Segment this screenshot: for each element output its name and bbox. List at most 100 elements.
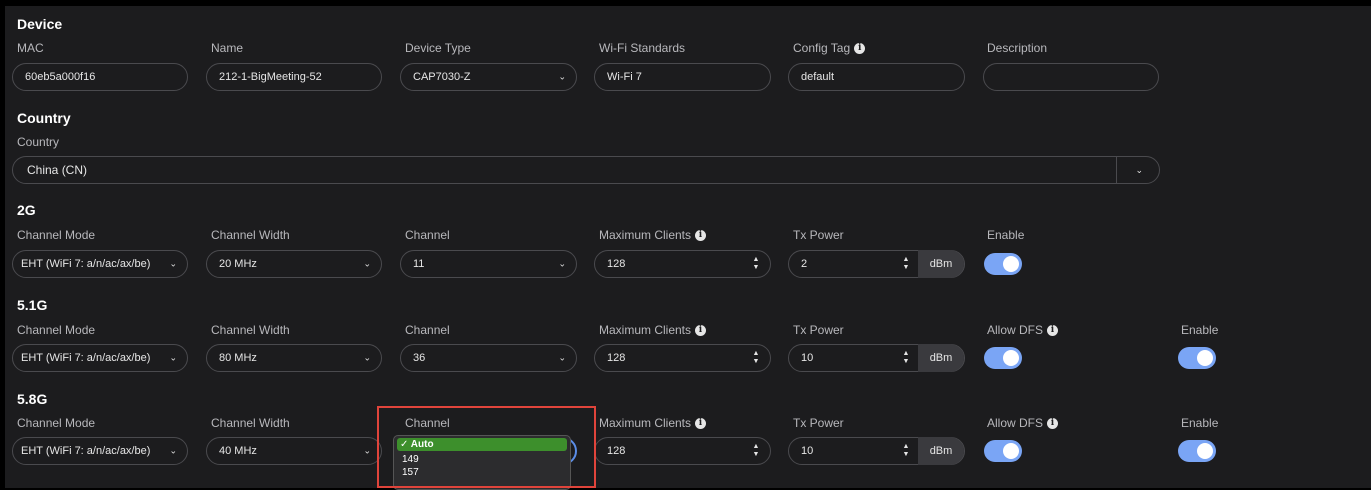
- allow-dfs-label: Allow DFS i: [987, 323, 1059, 337]
- channel-select-2g[interactable]: 11 ⌄: [400, 250, 577, 278]
- tx-power-input-2g[interactable]: 2 ▲ ▼ dBm: [788, 250, 965, 278]
- channel-select-51g[interactable]: 36 ⌄: [400, 344, 577, 372]
- section-58g-title: 5.8G: [17, 391, 48, 407]
- allow-dfs-label: Allow DFS i: [987, 416, 1059, 430]
- chevron-down-icon: ⌄: [558, 258, 566, 269]
- max-clients-input-58g[interactable]: 128 ▲ ▼: [594, 437, 771, 465]
- country-value: China (CN): [27, 163, 88, 177]
- name-field[interactable]: 212-1-BigMeeting-52: [206, 63, 382, 91]
- channel-mode-label: Channel Mode: [17, 416, 96, 430]
- channel-mode-select-2g[interactable]: EHT (WiFi 7: a/n/ac/ax/be) ⌄: [12, 250, 188, 278]
- stepper-icon[interactable]: ▲ ▼: [750, 254, 762, 274]
- channel-label: Channel: [405, 323, 450, 337]
- info-icon[interactable]: i: [1047, 417, 1059, 429]
- country-label: Country: [17, 135, 60, 149]
- channel-width-select-58g[interactable]: 40 MHz ⌄: [206, 437, 382, 465]
- description-field[interactable]: [983, 63, 1159, 91]
- channel-mode-value: EHT (WiFi 7: a/n/ac/ax/be): [21, 352, 151, 364]
- toggle-knob: [1003, 443, 1019, 459]
- name-label: Name: [211, 41, 244, 55]
- mac-label: MAC: [17, 41, 44, 55]
- config-tag-label: Config Tag i: [793, 41, 866, 55]
- stepper-icon[interactable]: ▲ ▼: [750, 348, 762, 368]
- section-device-title: Device: [17, 16, 63, 32]
- max-clients-value: 128: [607, 258, 626, 270]
- channel-width-value: 80 MHz: [219, 352, 257, 364]
- highlight-box: [377, 406, 596, 488]
- description-label: Description: [987, 41, 1048, 55]
- max-clients-value: 128: [607, 352, 626, 364]
- allow-dfs-label-text: Allow DFS: [987, 323, 1044, 337]
- config-tag-field[interactable]: default: [788, 63, 965, 91]
- info-icon[interactable]: i: [695, 417, 707, 429]
- channel-width-value: 40 MHz: [219, 445, 257, 457]
- tx-power-value: 10: [801, 445, 814, 457]
- channel-width-select-51g[interactable]: 80 MHz ⌄: [206, 344, 382, 372]
- stepper-icon[interactable]: ▲ ▼: [750, 441, 762, 461]
- toggle-knob: [1003, 256, 1019, 272]
- channel-mode-select-58g[interactable]: EHT (WiFi 7: a/n/ac/ax/be) ⌄: [12, 437, 188, 465]
- ap-settings-panel: Device MAC Name Device Type Wi-Fi Standa…: [5, 6, 1371, 488]
- channel-mode-value: EHT (WiFi 7: a/n/ac/ax/be): [21, 258, 151, 270]
- enable-toggle-51g[interactable]: [1178, 347, 1216, 369]
- country-select[interactable]: China (CN) ⌄: [12, 156, 1160, 184]
- info-icon[interactable]: i: [1047, 324, 1059, 336]
- chevron-down-icon: ⌄: [363, 352, 371, 363]
- section-country-title: Country: [17, 110, 71, 126]
- channel-value: 36: [413, 352, 426, 364]
- max-clients-label-text: Maximum Clients: [599, 323, 692, 337]
- enable-label: Enable: [1181, 416, 1219, 430]
- stepper-icon[interactable]: ▲ ▼: [900, 348, 912, 368]
- channel-label: Channel: [405, 228, 450, 242]
- allow-dfs-label-text: Allow DFS: [987, 416, 1044, 430]
- stepper-icon[interactable]: ▲ ▼: [900, 254, 912, 274]
- info-icon[interactable]: i: [854, 42, 866, 54]
- tx-power-input-58g[interactable]: 10 ▲ ▼ dBm: [788, 437, 965, 465]
- channel-width-value: 20 MHz: [219, 258, 257, 270]
- chevron-down-icon: ⌄: [363, 258, 371, 269]
- tx-power-label: Tx Power: [793, 416, 844, 430]
- max-clients-input-51g[interactable]: 128 ▲ ▼: [594, 344, 771, 372]
- mac-field[interactable]: 60eb5a000f16: [12, 63, 188, 91]
- allow-dfs-toggle-58g[interactable]: [984, 440, 1022, 462]
- tx-unit: dBm: [918, 344, 964, 372]
- max-clients-label: Maximum Clients i: [599, 323, 707, 337]
- channel-mode-value: EHT (WiFi 7: a/n/ac/ax/be): [21, 445, 151, 457]
- max-clients-label-text: Maximum Clients: [599, 228, 692, 242]
- tx-power-input-51g[interactable]: 10 ▲ ▼ dBm: [788, 344, 965, 372]
- tx-power-label: Tx Power: [793, 323, 844, 337]
- allow-dfs-toggle-51g[interactable]: [984, 347, 1022, 369]
- max-clients-input-2g[interactable]: 128 ▲ ▼: [594, 250, 771, 278]
- info-icon[interactable]: i: [695, 229, 707, 241]
- section-51g-title: 5.1G: [17, 297, 48, 313]
- max-clients-label: Maximum Clients i: [599, 416, 707, 430]
- info-icon[interactable]: i: [695, 324, 707, 336]
- enable-toggle-2g[interactable]: [984, 253, 1022, 275]
- enable-toggle-58g[interactable]: [1178, 440, 1216, 462]
- device-type-label: Device Type: [405, 41, 471, 55]
- chevron-down-icon: ⌄: [558, 352, 566, 363]
- channel-width-label: Channel Width: [211, 228, 290, 242]
- device-type-select[interactable]: CAP7030-Z ⌄: [400, 63, 577, 91]
- stepper-icon[interactable]: ▲ ▼: [900, 441, 912, 461]
- chevron-down-icon: ⌄: [363, 445, 371, 456]
- chevron-down-icon: ⌄: [1135, 164, 1143, 175]
- tx-unit: dBm: [918, 250, 964, 278]
- toggle-knob: [1197, 443, 1213, 459]
- section-2g-title: 2G: [17, 202, 36, 218]
- tx-power-label: Tx Power: [793, 228, 844, 242]
- toggle-knob: [1003, 350, 1019, 366]
- wifi-standards-field[interactable]: Wi-Fi 7: [594, 63, 771, 91]
- enable-label: Enable: [1181, 323, 1219, 337]
- channel-width-select-2g[interactable]: 20 MHz ⌄: [206, 250, 382, 278]
- channel-mode-label: Channel Mode: [17, 228, 96, 242]
- channel-mode-select-51g[interactable]: EHT (WiFi 7: a/n/ac/ax/be) ⌄: [12, 344, 188, 372]
- chevron-down-icon: ⌄: [558, 71, 566, 82]
- channel-width-label: Channel Width: [211, 416, 290, 430]
- chevron-down-icon: ⌄: [169, 445, 177, 456]
- max-clients-value: 128: [607, 445, 626, 457]
- channel-mode-label: Channel Mode: [17, 323, 96, 337]
- channel-value: 11: [413, 258, 425, 270]
- tx-unit: dBm: [918, 437, 964, 465]
- select-divider: [1116, 157, 1117, 183]
